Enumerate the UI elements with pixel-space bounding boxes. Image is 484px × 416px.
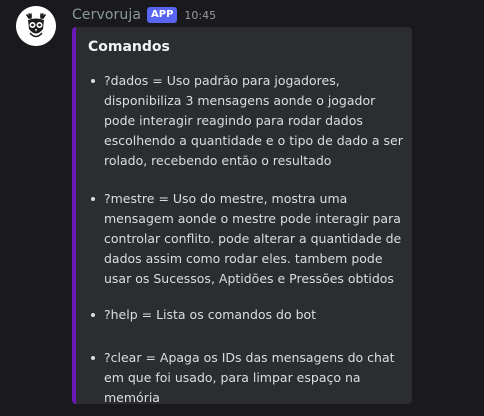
command-text: ?clear = Apaga os IDs das mensagens do c…	[104, 350, 395, 405]
command-item-clear: ?clear = Apaga os IDs das mensagens do c…	[88, 348, 406, 408]
command-text: ?mestre = Uso do mestre, mostra uma mens…	[104, 191, 402, 286]
embed-title: Comandos	[88, 39, 170, 55]
bullet-icon	[91, 197, 95, 201]
command-item-mestre: ?mestre = Uso do mestre, mostra uma mens…	[88, 189, 406, 289]
bullet-icon	[91, 79, 95, 83]
chat-message: Cervoruja APP 10:45 Comandos ?dados = Us…	[0, 0, 484, 416]
bot-avatar[interactable]	[16, 6, 56, 46]
message-timestamp[interactable]: 10:45	[184, 9, 216, 22]
deer-owl-logo-icon	[16, 6, 56, 46]
bot-username[interactable]: Cervoruja	[72, 7, 141, 23]
command-text: ?dados = Uso padrão para jogadores, disp…	[104, 73, 403, 168]
bullet-icon	[91, 313, 95, 317]
command-item-help: ?help = Lista os comandos do bot	[88, 305, 406, 325]
message-header: Cervoruja APP 10:45	[72, 5, 216, 25]
bullet-icon	[91, 356, 95, 360]
commands-embed: Comandos ?dados = Uso padrão para jogado…	[72, 27, 412, 405]
app-badge: APP	[147, 7, 178, 23]
command-item-dados: ?dados = Uso padrão para jogadores, disp…	[88, 71, 406, 171]
command-text: ?help = Lista os comandos do bot	[104, 307, 317, 322]
